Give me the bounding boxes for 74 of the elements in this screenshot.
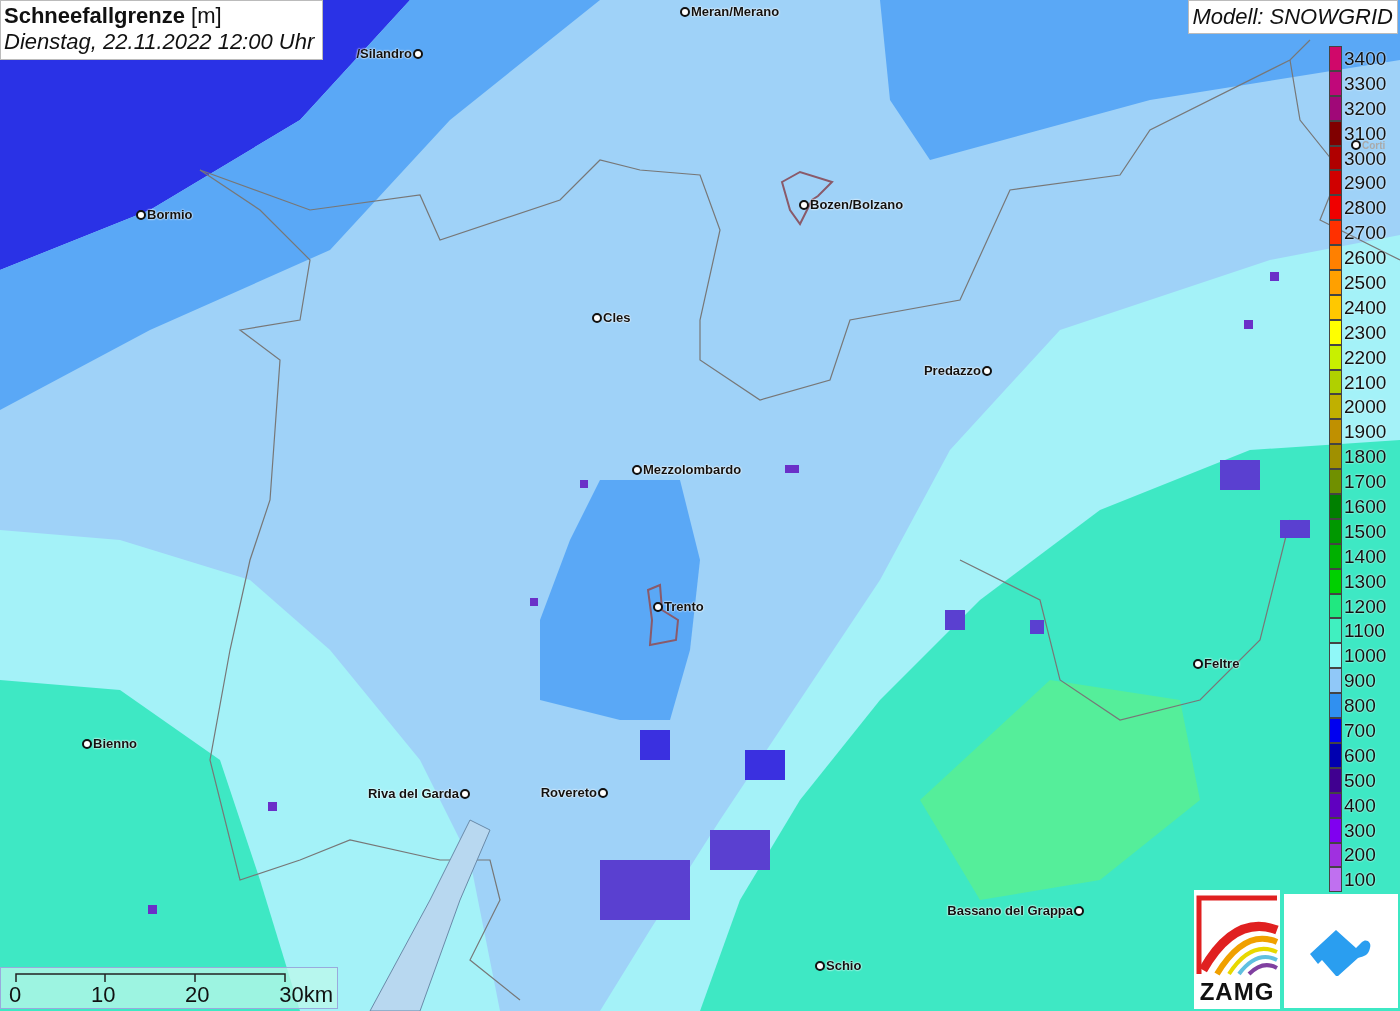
legend-label: 2300	[1344, 324, 1387, 340]
legend-label: 1000	[1344, 648, 1387, 664]
place-marker-icon	[1351, 140, 1361, 150]
legend-label: 1200	[1344, 598, 1387, 614]
place-marker-icon	[982, 366, 992, 376]
place-label: Trento	[664, 599, 704, 614]
place-marker-icon	[632, 465, 642, 475]
legend-label: 2000	[1344, 399, 1387, 415]
map-date: Dienstag, 22.11.2022 12:00 Uhr	[4, 29, 315, 55]
legend-label: 3400	[1344, 50, 1387, 66]
place-label: Corti	[1362, 141, 1386, 150]
legend-label: 3100	[1344, 125, 1387, 141]
place-label: Feltre	[1204, 656, 1240, 671]
legend-label: 1600	[1344, 498, 1387, 514]
legend-label: 3200	[1344, 100, 1387, 116]
place-marker-icon	[1074, 906, 1084, 916]
place-label: Meran/Merano	[691, 4, 780, 19]
model-label: Modell: SNOWGRID	[1187, 0, 1398, 34]
place-label: Bassano del Grappa	[947, 903, 1073, 918]
legend-label: 800	[1344, 698, 1376, 714]
legend-label: 2500	[1344, 274, 1387, 290]
place-marker-icon	[136, 210, 146, 220]
legend-label: 2700	[1344, 225, 1387, 241]
place-marker-icon	[680, 7, 690, 17]
legend-label: 1900	[1344, 424, 1387, 440]
legend-label: 1800	[1344, 449, 1387, 465]
legend-label: 2900	[1344, 175, 1387, 191]
place-marker-icon	[592, 313, 602, 323]
rainbow-logo-icon	[1195, 894, 1279, 978]
place-label: Bienno	[93, 736, 138, 751]
scale-label: 30km	[279, 982, 333, 1008]
legend-label: 1500	[1344, 523, 1387, 539]
scale-label: 0	[9, 982, 22, 1008]
place-label: Cles	[603, 310, 631, 325]
place-marker-icon	[598, 788, 608, 798]
scale-label: 10	[90, 982, 116, 1008]
legend-label: 500	[1344, 772, 1376, 788]
legend-label: 200	[1344, 847, 1376, 863]
scale-label: 20	[185, 982, 210, 1008]
place-label: Rovereto	[540, 785, 597, 800]
place-label: Schio	[826, 958, 862, 973]
legend-label: 400	[1344, 797, 1376, 813]
legend-label: 1400	[1344, 548, 1387, 564]
place-marker-icon	[82, 739, 92, 749]
place-label: /Silandro	[356, 46, 412, 61]
legend-label: 1700	[1344, 474, 1387, 490]
legend-label: 100	[1344, 872, 1376, 888]
legend-label: 600	[1344, 747, 1376, 763]
legend-label: 900	[1344, 673, 1376, 689]
place-label: Bormio	[147, 207, 193, 222]
place-marker-icon	[413, 49, 423, 59]
map-title: Schneefallgrenze [m]	[4, 3, 223, 29]
legend-label: 3000	[1344, 150, 1387, 166]
logo-text: ZAMG	[1199, 978, 1275, 1006]
place-label: Riva del Garda	[367, 786, 459, 801]
place-marker-icon	[460, 789, 470, 799]
place-label: Mezzolombardo	[643, 462, 742, 477]
legend-label: 1300	[1344, 573, 1387, 589]
legend-label: 300	[1344, 822, 1376, 838]
legend-label: 2800	[1344, 200, 1387, 216]
place-label: Bozen/Bolzano	[810, 197, 904, 212]
legend-label: 700	[1344, 723, 1376, 738]
place-label: Predazzo	[923, 363, 981, 378]
legend-label: 2600	[1344, 250, 1387, 266]
legend-label: 2200	[1344, 349, 1387, 365]
legend-label: 3300	[1344, 75, 1387, 91]
legend-label: 2400	[1344, 299, 1387, 315]
scale-bar-icon	[15, 972, 286, 982]
legend-label: 1100	[1344, 623, 1385, 639]
place-marker-icon	[799, 200, 809, 210]
place-marker-icon	[653, 602, 663, 612]
place-marker-icon	[815, 961, 825, 971]
legend-label: 2100	[1344, 374, 1387, 390]
place-marker-icon	[1193, 659, 1203, 669]
